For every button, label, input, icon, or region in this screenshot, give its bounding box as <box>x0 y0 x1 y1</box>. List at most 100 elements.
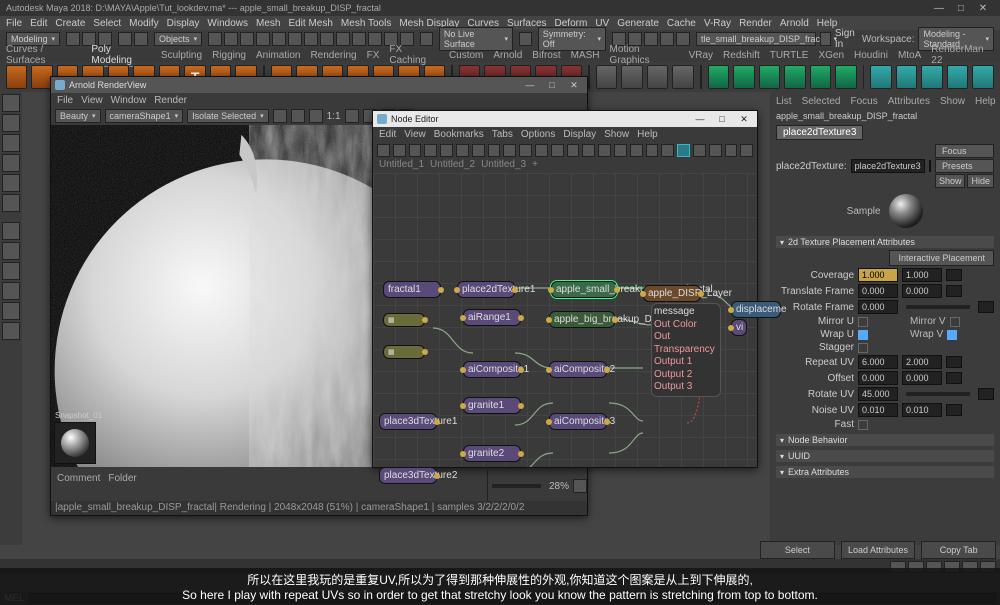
ne-menu-tabs[interactable]: Tabs <box>492 129 513 140</box>
selmask-icon[interactable] <box>304 32 318 46</box>
nodeed-tabs[interactable]: Untitled_1 Untitled_2 Untitled_3 + <box>373 159 757 173</box>
section-2d-placement[interactable]: 2d Texture Placement Attributes <box>776 236 994 248</box>
ne-menu-display[interactable]: Display <box>563 129 596 140</box>
menu-windows[interactable]: Windows <box>207 18 248 29</box>
noise-v-field[interactable]: 0.010 <box>902 403 942 417</box>
ne-menu-bookmarks[interactable]: Bookmarks <box>434 129 484 140</box>
rotateuv-field[interactable]: 45.000 <box>858 387 898 401</box>
show-button[interactable]: Show <box>935 174 966 188</box>
wrapu-checkbox[interactable] <box>858 330 868 340</box>
section-node-behavior[interactable]: Node Behavior <box>776 434 994 446</box>
node-granite1[interactable]: granite1 <box>463 397 521 414</box>
section-extra-attrs[interactable]: Extra Attributes <box>776 466 994 478</box>
selmask-icon[interactable] <box>288 32 302 46</box>
translate-u-field[interactable]: 0.000 <box>858 284 898 298</box>
ab-icon[interactable] <box>345 109 359 123</box>
shelf-tab[interactable]: Curves / Surfaces <box>6 44 81 66</box>
ae-type-value[interactable]: place2dTexture3 <box>851 159 925 173</box>
arnold-min-icon[interactable]: — <box>521 80 539 90</box>
shelf-tab[interactable]: Animation <box>256 50 300 61</box>
node-vi[interactable]: vi <box>731 319 747 336</box>
ne-tool-icon[interactable] <box>725 144 738 157</box>
menu-modify[interactable]: Modify <box>129 18 158 29</box>
ne-tab[interactable]: Untitled_2 <box>430 159 475 173</box>
zoom-slider[interactable] <box>492 484 541 488</box>
ne-tool-icon[interactable] <box>614 144 627 157</box>
shelf-icon[interactable] <box>621 65 642 89</box>
select-tool-icon[interactable] <box>2 94 20 112</box>
shelf-tab[interactable]: TURTLE <box>770 50 809 61</box>
node-displacement[interactable]: displaceme <box>731 301 781 318</box>
node-aicomposite2[interactable]: aiComposite2 <box>549 361 607 378</box>
ne-tool-icon[interactable] <box>519 144 532 157</box>
ne-tool-icon[interactable] <box>567 144 580 157</box>
ne-tool-icon[interactable] <box>393 144 406 157</box>
arnold-titlebar[interactable]: Arnold RenderView — □ ✕ <box>51 77 587 93</box>
isolate-dropdown[interactable]: Isolate Selected <box>187 109 269 123</box>
ne-tab[interactable]: Untitled_3 <box>481 159 526 173</box>
shelf-icon[interactable] <box>647 65 668 89</box>
focus-button[interactable]: Focus <box>935 144 994 158</box>
shelf-icon[interactable] <box>972 65 993 89</box>
map-button-icon[interactable] <box>978 388 994 400</box>
node-fractal1[interactable]: fractal1 <box>383 281 441 298</box>
shelf-icon[interactable] <box>708 65 729 89</box>
repeat-v-field[interactable]: 2.000 <box>902 355 942 369</box>
shelf-icon[interactable] <box>810 65 831 89</box>
coverage-v-field[interactable]: 1.000 <box>902 268 942 282</box>
node-file[interactable]: ▦ <box>383 313 425 327</box>
hide-button[interactable]: Hide <box>967 174 994 188</box>
ne-menu-edit[interactable]: Edit <box>379 129 396 140</box>
menu-select[interactable]: Select <box>93 18 121 29</box>
ne-tool-icon[interactable] <box>503 144 516 157</box>
shelf-tab[interactable]: Custom <box>449 50 483 61</box>
node-small-breakup-fractal[interactable]: apple_small_breakup_DISP_fractal <box>551 281 617 298</box>
section-uuid[interactable]: UUID <box>776 450 994 462</box>
ne-menu-show[interactable]: Show <box>604 129 629 140</box>
slider[interactable] <box>906 305 970 309</box>
ne-menu-view[interactable]: View <box>404 129 426 140</box>
render-stop-icon[interactable] <box>291 109 305 123</box>
shelf-icon[interactable] <box>596 65 617 89</box>
menu-mesh[interactable]: Mesh <box>256 18 280 29</box>
menu-cache[interactable]: Cache <box>667 18 696 29</box>
ne-tool-icon[interactable] <box>440 144 453 157</box>
shelf-icon[interactable] <box>6 65 27 89</box>
ne-tool-icon[interactable] <box>377 144 390 157</box>
refresh-icon[interactable] <box>309 109 323 123</box>
node-place3dtexture1[interactable]: place3dTexture1 <box>379 413 437 430</box>
shelf-tab[interactable]: Houdini <box>854 50 888 61</box>
selmask-icon[interactable] <box>208 32 222 46</box>
scale-tool-icon[interactable] <box>2 194 20 212</box>
shelf-tab[interactable]: Redshift <box>723 50 760 61</box>
signin-label[interactable]: Sign In <box>835 28 858 50</box>
ne-menu-options[interactable]: Options <box>521 129 555 140</box>
shelf-icon[interactable] <box>896 65 917 89</box>
interactive-placement-button[interactable]: Interactive Placement <box>889 250 994 266</box>
ae-menu-list[interactable]: List <box>776 96 792 107</box>
nodeed-menubar[interactable]: Edit View Bookmarks Tabs Options Display… <box>373 127 757 141</box>
ae-menu-selected[interactable]: Selected <box>802 96 841 107</box>
menu-generate[interactable]: Generate <box>617 18 659 29</box>
ne-tool-icon[interactable] <box>535 144 548 157</box>
lasso-tool-icon[interactable] <box>2 114 20 132</box>
nodeed-min-icon[interactable]: — <box>691 114 709 124</box>
selmask-icon[interactable] <box>224 32 238 46</box>
aov-dropdown[interactable]: Beauty <box>55 109 101 123</box>
ne-tool-icon[interactable] <box>740 144 753 157</box>
menu-display[interactable]: Display <box>167 18 200 29</box>
map-button-icon[interactable] <box>946 404 962 416</box>
node-granite2[interactable]: granite2 <box>463 445 521 462</box>
history-icon[interactable] <box>519 32 532 46</box>
arnold-menu-window[interactable]: Window <box>111 95 147 106</box>
node-disp-layer[interactable]: apple_DISP_Layer <box>643 285 701 302</box>
slider[interactable] <box>906 392 970 396</box>
move-tool-icon[interactable] <box>2 154 20 172</box>
offset-u-field[interactable]: 0.000 <box>858 371 898 385</box>
map-button-icon[interactable] <box>946 372 962 384</box>
menu-editmesh[interactable]: Edit Mesh <box>288 18 332 29</box>
arnold-menu-view[interactable]: View <box>81 95 103 106</box>
shelf-tab[interactable]: MtoA <box>898 50 921 61</box>
camera-dropdown[interactable]: cameraShape1 <box>105 109 184 123</box>
selmask-icon[interactable] <box>336 32 350 46</box>
